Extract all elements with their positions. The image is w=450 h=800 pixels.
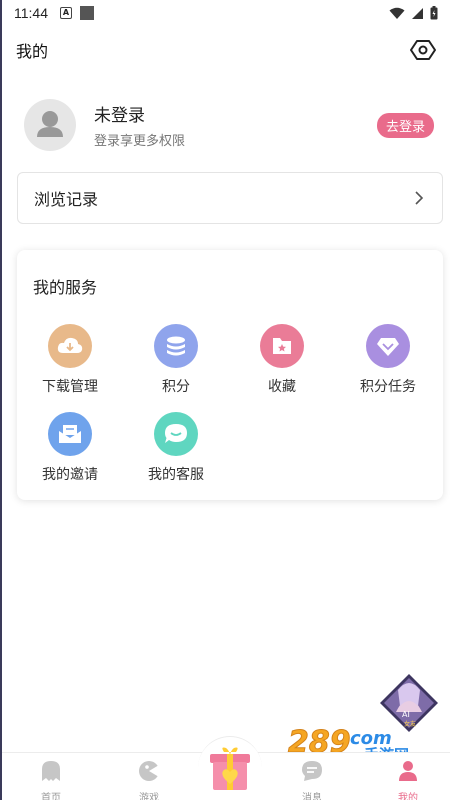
floating-promo-badge[interactable]: AI 女友 xyxy=(378,672,440,734)
service-points[interactable]: 积分 xyxy=(123,324,229,396)
service-label: 积分 xyxy=(162,379,190,395)
services-title: 我的服务 xyxy=(33,278,98,297)
service-customer-service[interactable]: 我的客服 xyxy=(123,412,229,484)
promo-ai-text: AI xyxy=(402,710,410,719)
default-avatar-icon xyxy=(37,111,63,137)
browse-history-label: 浏览记录 xyxy=(34,190,99,209)
profile-name: 未登录 xyxy=(94,106,145,126)
service-my-invites[interactable]: 我的邀请 xyxy=(17,412,123,484)
services-card: 我的服务 下载管理 积分 收藏 积分任务 我的邀请 我的客服 xyxy=(17,250,443,500)
diamond-icon xyxy=(366,324,410,368)
center-gift-button[interactable] xyxy=(198,736,262,800)
service-label: 我的客服 xyxy=(148,467,204,483)
status-time: 11:44 xyxy=(14,5,48,21)
download-cloud-icon xyxy=(48,324,92,368)
favorite-folder-icon xyxy=(260,324,304,368)
nav-label: 我的 xyxy=(398,793,418,800)
promo-subtext: 女友 xyxy=(404,720,416,728)
profile-text: 未登录 登录享更多权限 xyxy=(94,101,185,149)
promo-diamond-icon: AI 女友 xyxy=(380,674,438,732)
service-download-manager[interactable]: 下载管理 xyxy=(17,324,123,396)
profile-subtitle: 登录享更多权限 xyxy=(94,134,186,149)
chevron-right-icon xyxy=(415,191,424,205)
mail-icon xyxy=(48,412,92,456)
battery-icon xyxy=(430,6,438,20)
service-label: 下载管理 xyxy=(42,379,98,395)
nav-item-messages[interactable]: 消息 xyxy=(277,759,347,800)
gamepad-icon xyxy=(139,761,159,781)
service-label: 积分任务 xyxy=(360,379,416,395)
nav-label: 首页 xyxy=(41,793,61,800)
notification-square-icon xyxy=(80,6,94,20)
service-favorites[interactable]: 收藏 xyxy=(229,324,335,396)
page-header: 我的 xyxy=(2,30,450,70)
nav-item-home[interactable]: 首页 xyxy=(16,759,86,800)
login-button[interactable]: 去登录 xyxy=(376,112,434,138)
nav-item-mine[interactable]: 我的 xyxy=(373,759,443,800)
profile-section[interactable]: 未登录 登录享更多权限 去登录 xyxy=(24,97,434,153)
coins-icon xyxy=(154,324,198,368)
chat-icon xyxy=(154,412,198,456)
cellular-icon xyxy=(412,7,423,19)
status-bar: 11:44 A xyxy=(2,0,450,26)
settings-icon[interactable] xyxy=(410,37,436,63)
ghost-icon xyxy=(42,761,60,781)
gift-icon xyxy=(210,747,250,790)
user-icon xyxy=(399,761,417,781)
nav-item-games[interactable]: 游戏 xyxy=(114,759,184,800)
service-points-tasks[interactable]: 积分任务 xyxy=(335,324,441,396)
nav-label: 游戏 xyxy=(139,793,159,800)
page-title: 我的 xyxy=(16,42,49,61)
nav-label: 消息 xyxy=(302,793,322,800)
service-label: 我的邀请 xyxy=(42,467,98,483)
browse-history-row[interactable]: 浏览记录 xyxy=(17,172,443,224)
avatar[interactable] xyxy=(24,99,76,151)
notification-a-icon: A xyxy=(60,7,72,19)
service-label: 收藏 xyxy=(268,379,296,395)
wifi-icon xyxy=(389,7,405,19)
message-icon xyxy=(302,761,322,781)
